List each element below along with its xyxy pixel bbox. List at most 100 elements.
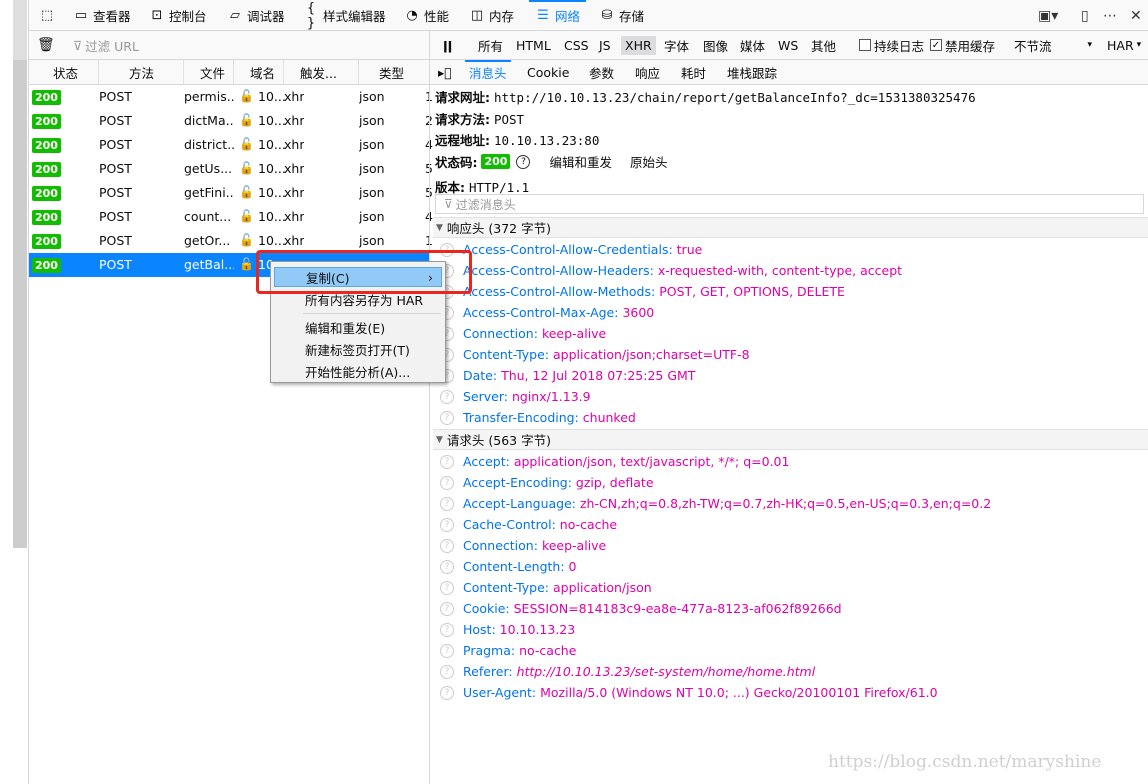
- type-filter-all[interactable]: 所有: [474, 36, 507, 55]
- type-filter-images[interactable]: 图像: [699, 36, 732, 55]
- tab-headers[interactable]: 消息头: [465, 60, 510, 84]
- headers-filter-input[interactable]: ⊽ 过滤消息头: [435, 194, 1144, 214]
- request-headers-section[interactable]: ▼ 请求头 (563 字节): [433, 429, 1148, 450]
- column-type[interactable]: 类型: [359, 60, 429, 84]
- help-icon[interactable]: ?: [440, 410, 454, 425]
- type-filter-media[interactable]: 媒体: [736, 36, 769, 55]
- type-filter-ws[interactable]: WS: [774, 36, 802, 55]
- insecure-lock-icon: 🔓: [239, 257, 254, 271]
- request-domain: 10...: [258, 113, 286, 128]
- pause-button[interactable]: ǀǀ: [443, 31, 452, 59]
- column-cause[interactable]: 触发...: [284, 60, 359, 84]
- header-row: ? Server: nginx/1.13.9: [440, 389, 591, 404]
- close-devtools-button[interactable]: ✕: [1130, 0, 1142, 31]
- insecure-lock-icon: 🔓: [239, 185, 254, 199]
- menu-item-edit-resend[interactable]: 编辑和重发(E): [274, 317, 442, 337]
- raw-headers-button[interactable]: 原始头: [630, 152, 668, 171]
- element-picker-button[interactable]: ⬚: [33, 0, 61, 31]
- request-row[interactable]: 200 POST getFini... 🔓 10... xhr json 5: [29, 181, 433, 205]
- clear-button[interactable]: 🗑: [37, 31, 55, 59]
- help-icon[interactable]: ?: [440, 475, 454, 490]
- disable-cache-checkbox[interactable]: ✓ 禁用缓存: [930, 31, 995, 59]
- more-options-button[interactable]: ⋯: [1103, 0, 1117, 31]
- tab-console[interactable]: ⊡ 控制台: [143, 0, 213, 31]
- throttle-select[interactable]: 不节流 ▾: [1014, 31, 1092, 59]
- column-method[interactable]: 方法: [99, 60, 184, 84]
- tab-network[interactable]: ☰ 网络: [529, 0, 587, 31]
- page-scrollbar[interactable]: [13, 0, 27, 548]
- tab-memory[interactable]: ◫ 内存: [463, 0, 520, 31]
- remote-address-line: 远程地址: 10.10.13.23:80: [435, 133, 600, 148]
- help-icon[interactable]: ?: [440, 685, 454, 700]
- help-icon[interactable]: ?: [440, 559, 454, 574]
- tab-storage[interactable]: ⛁ 存储: [593, 0, 650, 31]
- panel-splitter[interactable]: [429, 31, 430, 784]
- request-row[interactable]: 200 POST district... 🔓 10... xhr json 4: [29, 133, 433, 157]
- request-cause: xhr: [284, 137, 305, 152]
- tab-style-editor[interactable]: { } 样式编辑器: [297, 0, 392, 31]
- help-icon[interactable]: ?: [440, 517, 454, 532]
- details-tabbar: ▸⃞ 消息头 Cookie 参数 响应 耗时 堆栈跟踪: [430, 60, 1148, 85]
- column-domain[interactable]: 域名: [234, 60, 284, 84]
- persist-logs-checkbox[interactable]: 持续日志: [859, 31, 924, 59]
- page-scrollbar-thumb[interactable]: [13, 0, 27, 60]
- request-type: json: [359, 185, 385, 200]
- menu-item-open-new-tab[interactable]: 新建标签页打开(T): [274, 339, 442, 359]
- type-filter-html[interactable]: HTML: [512, 36, 555, 55]
- request-type: json: [359, 233, 385, 248]
- header-row: ? Content-Length: 0: [440, 559, 577, 574]
- tab-params[interactable]: 参数: [589, 60, 614, 84]
- status-badge: 200: [32, 162, 61, 177]
- request-file: dictMa...: [184, 113, 234, 128]
- tab-performance[interactable]: ◔ 性能: [398, 0, 455, 31]
- help-icon[interactable]: ?: [440, 580, 454, 595]
- tab-inspector[interactable]: ▭ 查看器: [67, 0, 137, 31]
- edit-resend-button[interactable]: 编辑和重发: [549, 152, 612, 171]
- header-row: ? Accept-Encoding: gzip, deflate: [440, 475, 654, 490]
- request-row[interactable]: 200 POST getUs... 🔓 10... xhr json 5: [29, 157, 433, 181]
- referer-link[interactable]: http://10.10.13.23/set-system/home/home.…: [517, 664, 816, 679]
- type-filter-other[interactable]: 其他: [807, 36, 840, 55]
- header-row: ? Connection: keep-alive: [440, 326, 606, 341]
- type-filter-js[interactable]: JS: [595, 36, 615, 55]
- toggle-sidebar-button[interactable]: ▸⃞: [438, 60, 452, 84]
- request-type: json: [359, 137, 385, 152]
- request-row[interactable]: 200 POST permis... 🔓 10... xhr json 1: [29, 85, 433, 109]
- response-headers-section[interactable]: ▼ 响应头 (372 字节): [433, 217, 1148, 238]
- help-icon[interactable]: ?: [516, 154, 531, 169]
- request-method: POST: [99, 137, 132, 152]
- menu-item-start-performance[interactable]: 开始性能分析(A)...: [274, 361, 442, 381]
- chevron-down-icon: ▾: [1087, 40, 1093, 50]
- tab-response[interactable]: 响应: [635, 60, 660, 84]
- help-icon[interactable]: ?: [440, 538, 454, 553]
- type-filter-fonts[interactable]: 字体: [660, 36, 693, 55]
- insecure-lock-icon: 🔓: [239, 113, 254, 127]
- help-icon[interactable]: ?: [440, 622, 454, 637]
- request-cause: xhr: [284, 113, 305, 128]
- responsive-mode-button[interactable]: ▯: [1081, 0, 1089, 31]
- tab-stack-trace[interactable]: 堆栈跟踪: [727, 60, 777, 84]
- column-status[interactable]: 状态: [29, 60, 99, 84]
- type-filter-css[interactable]: CSS: [560, 36, 593, 55]
- column-file[interactable]: 文件: [184, 60, 234, 84]
- tab-timings[interactable]: 耗时: [681, 60, 706, 84]
- request-domain: 10...: [258, 185, 286, 200]
- watermark: https://blog.csdn.net/maryshine: [828, 752, 1102, 772]
- tab-cookies[interactable]: Cookie: [527, 60, 569, 84]
- url-filter-input[interactable]: ⊽ 过滤 URL: [73, 31, 139, 59]
- header-row: ? Cache-Control: no-cache: [440, 517, 617, 532]
- har-menu-button[interactable]: HAR ▾: [1107, 31, 1141, 59]
- request-row[interactable]: 200 POST dictMa... 🔓 10... xhr json 2: [29, 109, 433, 133]
- header-row: ? Date: Thu, 12 Jul 2018 07:25:25 GMT: [440, 368, 695, 383]
- help-icon[interactable]: ?: [440, 454, 454, 469]
- tab-debugger[interactable]: ▱ 调试器: [221, 0, 291, 31]
- help-icon[interactable]: ?: [440, 664, 454, 679]
- help-icon[interactable]: ?: [440, 643, 454, 658]
- dock-options-button[interactable]: ▣▾: [1038, 0, 1058, 31]
- help-icon[interactable]: ?: [440, 601, 454, 616]
- request-row[interactable]: 200 POST count... 🔓 10... xhr json 4: [29, 205, 433, 229]
- help-icon[interactable]: ?: [440, 389, 454, 404]
- type-filter-xhr[interactable]: XHR: [621, 36, 656, 55]
- phone-icon: ▯: [1081, 7, 1089, 24]
- help-icon[interactable]: ?: [440, 496, 454, 511]
